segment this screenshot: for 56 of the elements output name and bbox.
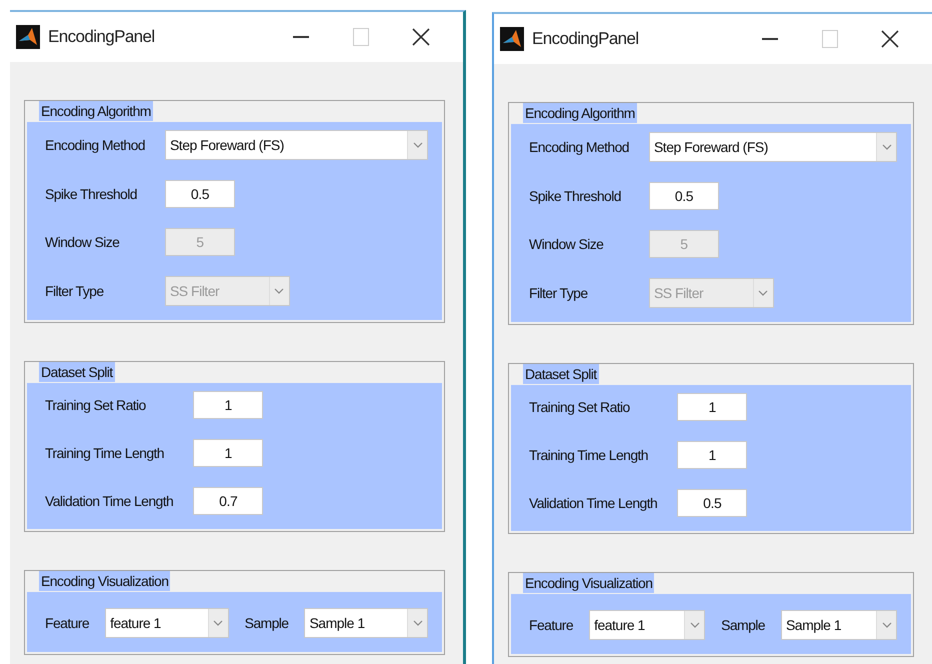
field-label: Encoding Method [45,136,145,155]
window-title: EncodingPanel [532,28,640,50]
dropdown[interactable]: feature 1 [105,608,229,638]
group-title: Encoding Algorithm [523,103,637,123]
caret-icon [758,290,768,296]
field-label: Training Time Length [529,446,649,465]
close-icon [412,28,430,46]
group-title: Encoding Algorithm [39,101,153,121]
field-label: Encoding Method [529,138,629,157]
input-field[interactable]: 0.5 [164,180,235,208]
minimize-icon [293,36,309,38]
input-field[interactable]: 1 [193,439,264,467]
dropdown[interactable]: Step Foreward (FS) [164,130,428,160]
field-label: Validation Time Length [45,492,174,511]
app-icon [500,27,524,51]
input-field[interactable]: 0.7 [193,487,264,515]
field-label: Training Time Length [45,444,165,463]
caret-icon [412,620,422,626]
field-label: Feature [529,616,574,634]
input-field[interactable]: 0.5 [648,182,719,210]
input-field[interactable]: 1 [193,391,264,419]
input-field[interactable]: 1 [677,393,748,421]
input-field[interactable]: 0.5 [677,489,748,517]
input-field[interactable]: 1 [677,441,748,469]
dropdown[interactable]: Sample 1 [304,608,428,638]
dropdown[interactable]: Step Foreward (FS) [648,132,897,162]
group-title: Dataset Split [39,362,115,382]
dropdown[interactable]: feature 1 [589,610,706,640]
field-label: Sample [721,616,765,635]
caret-icon [213,620,224,626]
field-label: Spike Threshold [529,186,622,206]
group-title: Encoding Visualization [39,571,170,591]
maximize-icon [353,28,369,46]
caret-icon [882,144,892,150]
field-label: Spike Threshold [45,184,138,204]
caret-icon [882,622,892,628]
field-label: Training Set Ratio [45,396,147,415]
close-icon [881,30,899,48]
field-label: Filter Type [529,284,588,303]
field-label: Sample [244,614,288,633]
field-label: Filter Type [45,282,104,301]
dropdown[interactable]: Sample 1 [780,610,897,640]
group-title: Encoding Visualization [523,573,654,593]
app-icon [16,25,40,49]
field-label: Window Size [529,234,604,254]
caret-icon [274,288,284,294]
minimize-icon [762,38,778,40]
field-label: Window Size [45,232,120,252]
window-title: EncodingPanel [48,26,156,48]
maximize-icon [822,30,838,48]
caret-icon [412,142,422,148]
field-label: Training Set Ratio [529,398,631,417]
field-label: Validation Time Length [529,494,658,513]
field-label: Feature [45,614,90,632]
group-title: Dataset Split [523,364,599,384]
caret-icon [690,622,700,628]
